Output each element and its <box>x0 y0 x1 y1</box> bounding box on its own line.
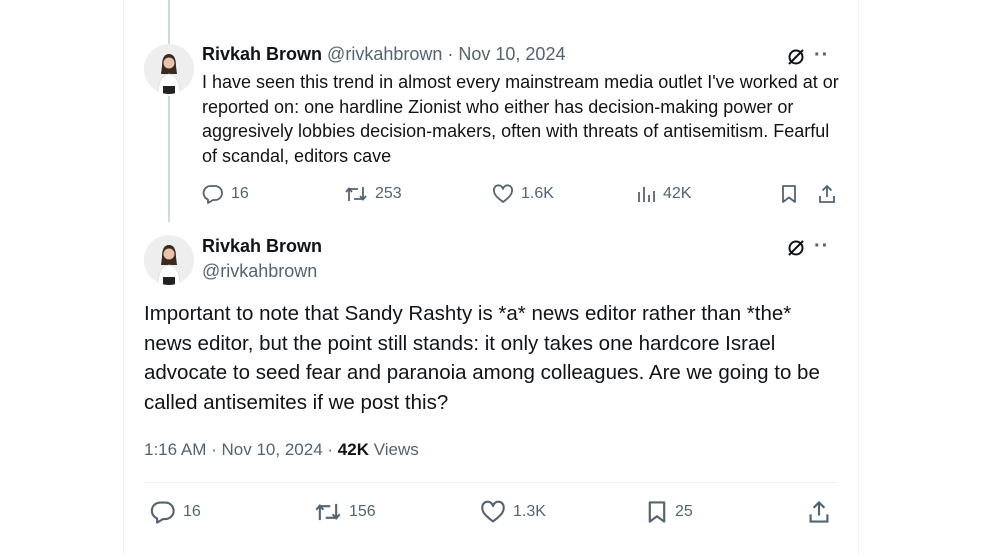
meta-separator: · <box>211 440 217 459</box>
column-border-right <box>858 0 859 555</box>
author-handle[interactable]: @rivkahbrown <box>327 44 442 64</box>
reply-button[interactable]: 16 <box>150 500 201 524</box>
thread-connector <box>168 96 170 222</box>
like-icon <box>493 184 513 203</box>
like-count: 1.6K <box>521 185 554 202</box>
views-icon <box>638 187 655 202</box>
reply-count: 16 <box>231 185 249 202</box>
author-handle[interactable]: @rivkahbrown <box>202 261 317 282</box>
tweet-header: Rivkah Brown @rivkahbrown · Nov 10, 2024 <box>202 44 565 65</box>
tweet-meta: 1:16 AM · Nov 10, 2024 · 42K Views <box>144 440 419 460</box>
bookmark-icon <box>782 185 796 203</box>
views-total: 42K <box>337 440 369 459</box>
tweet-text: Important to note that Sandy Rashty is *… <box>144 302 820 414</box>
share-button[interactable] <box>808 500 830 524</box>
author-name[interactable]: Rivkah Brown <box>202 44 322 64</box>
reply-icon <box>150 501 175 524</box>
repost-icon <box>345 187 367 201</box>
like-count: 1.3K <box>513 503 546 520</box>
avatar-image <box>144 44 194 94</box>
repost-button[interactable]: 253 <box>344 184 402 204</box>
author-name[interactable]: Rivkah Brown <box>202 236 322 257</box>
more-icon[interactable]: ·· <box>814 236 829 256</box>
share-button[interactable] <box>818 184 836 204</box>
reply-button[interactable]: 16 <box>202 184 249 204</box>
reply-count: 16 <box>183 503 201 520</box>
avatar[interactable] <box>144 235 194 285</box>
repost-count: 156 <box>349 503 376 520</box>
like-button[interactable]: 1.6K <box>492 184 554 204</box>
share-icon <box>809 500 829 523</box>
header-separator: · <box>447 44 454 64</box>
thread-connector-top <box>168 0 170 44</box>
views-label: Views <box>373 440 419 459</box>
views-button[interactable]: 42K <box>636 184 691 204</box>
avatar-image <box>144 235 194 285</box>
avatar[interactable] <box>144 44 194 94</box>
grok-icon[interactable] <box>786 47 806 72</box>
tweet-text: I have seen this trend in almost every m… <box>202 72 839 166</box>
bookmark-count: 25 <box>675 503 693 520</box>
bookmark-button[interactable]: 25 <box>646 500 693 524</box>
repost-icon <box>315 503 341 521</box>
tweet-date[interactable]: Nov 10, 2024 <box>222 440 323 459</box>
repost-button[interactable]: 156 <box>314 500 376 524</box>
grok-icon[interactable] <box>786 238 806 263</box>
share-icon <box>819 184 835 203</box>
like-icon <box>481 500 505 523</box>
bookmark-icon <box>648 501 666 523</box>
repost-count: 253 <box>375 185 402 202</box>
like-button[interactable]: 1.3K <box>480 500 546 524</box>
views-count: 42K <box>663 185 692 202</box>
divider <box>144 482 838 483</box>
meta-separator: · <box>327 440 334 459</box>
column-border-left <box>123 0 124 555</box>
tweet-time[interactable]: 1:16 AM <box>144 440 206 459</box>
reply-icon <box>202 185 223 204</box>
more-icon[interactable]: ·· <box>814 45 829 65</box>
tweet-date[interactable]: Nov 10, 2024 <box>458 44 565 64</box>
bookmark-button[interactable] <box>780 184 798 204</box>
